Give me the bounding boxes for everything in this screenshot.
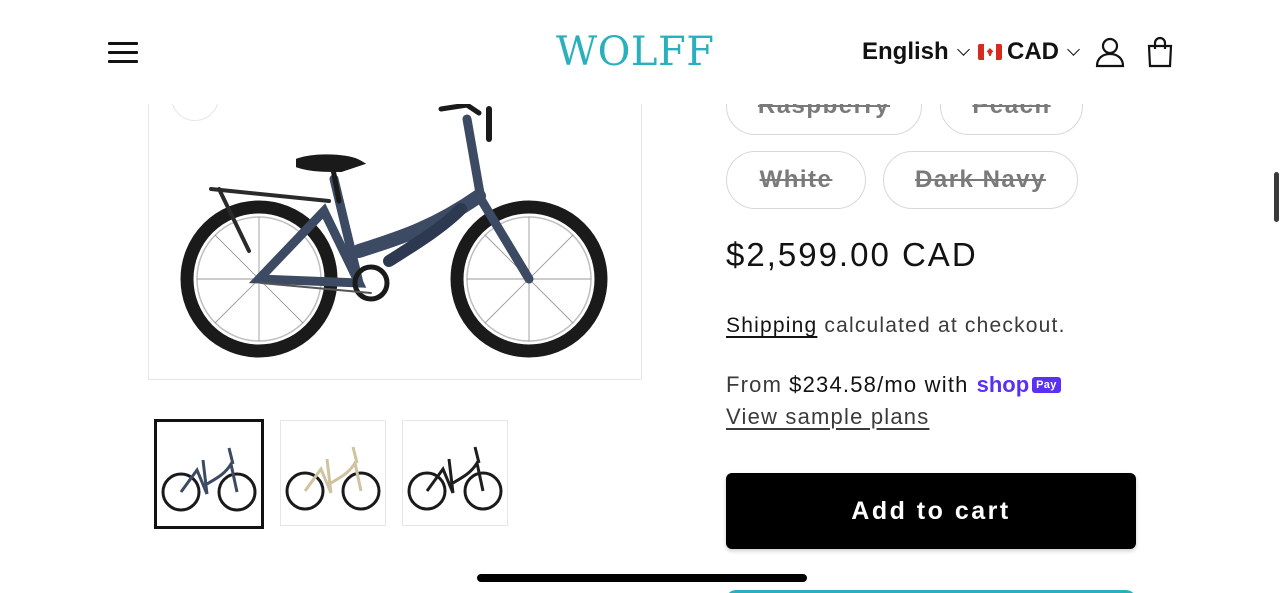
shop-pay-badge: Pay (1032, 377, 1061, 393)
hamburger-menu-icon[interactable] (108, 40, 138, 64)
thumbnail-black[interactable] (402, 420, 508, 526)
thumbnail-beige[interactable] (280, 420, 386, 526)
currency-selector[interactable]: CAD (978, 36, 1080, 68)
shop-pay-text: shop (976, 372, 1030, 397)
ebike-illustration (180, 102, 608, 358)
variant-dark-navy[interactable]: Dark Navy (883, 151, 1078, 209)
home-indicator[interactable] (477, 574, 807, 582)
product-main-image[interactable] (148, 60, 642, 380)
thumb-frame (179, 447, 239, 495)
site-header: WOLFF English CAD (0, 0, 1284, 104)
thumbnail-navy[interactable] (154, 419, 264, 529)
chevron-down-icon (956, 42, 970, 56)
currency-label: CAD (1007, 38, 1059, 65)
cart-bag-icon[interactable] (1144, 36, 1176, 68)
thumb-frame (303, 446, 363, 494)
thumbnail-bike-black (407, 446, 503, 511)
product-price: $2,599.00 CAD (726, 236, 978, 273)
thumbnail-bike-beige (285, 446, 381, 511)
scrollbar-thumb[interactable] (1274, 172, 1279, 222)
installment-prefix: From (726, 372, 783, 397)
chevron-down-icon (1067, 42, 1080, 56)
brand-logo[interactable]: WOLFF (556, 28, 728, 76)
thumbnail-bike-navy (161, 447, 257, 512)
language-label: English (862, 38, 949, 65)
installment-amount: $234.58/mo with (789, 372, 969, 397)
installments-line: From $234.58/mo with shop Pay (726, 372, 1061, 398)
add-to-cart-button[interactable]: Add to cart (726, 473, 1136, 549)
thumb-frame (425, 446, 485, 494)
canada-flag-icon (978, 44, 1002, 60)
variant-white[interactable]: White (726, 151, 866, 209)
logo-text: WOLFF (556, 29, 715, 75)
view-sample-plans-link[interactable]: View sample plans (726, 404, 929, 430)
shipping-note: Shipping calculated at checkout. (726, 314, 1066, 338)
shipping-link[interactable]: Shipping (726, 314, 817, 337)
shop-pay-logo: shop Pay (977, 372, 1061, 398)
language-selector[interactable]: English (862, 36, 970, 68)
shipping-text: calculated at checkout. (817, 314, 1066, 337)
account-icon[interactable] (1094, 36, 1126, 68)
